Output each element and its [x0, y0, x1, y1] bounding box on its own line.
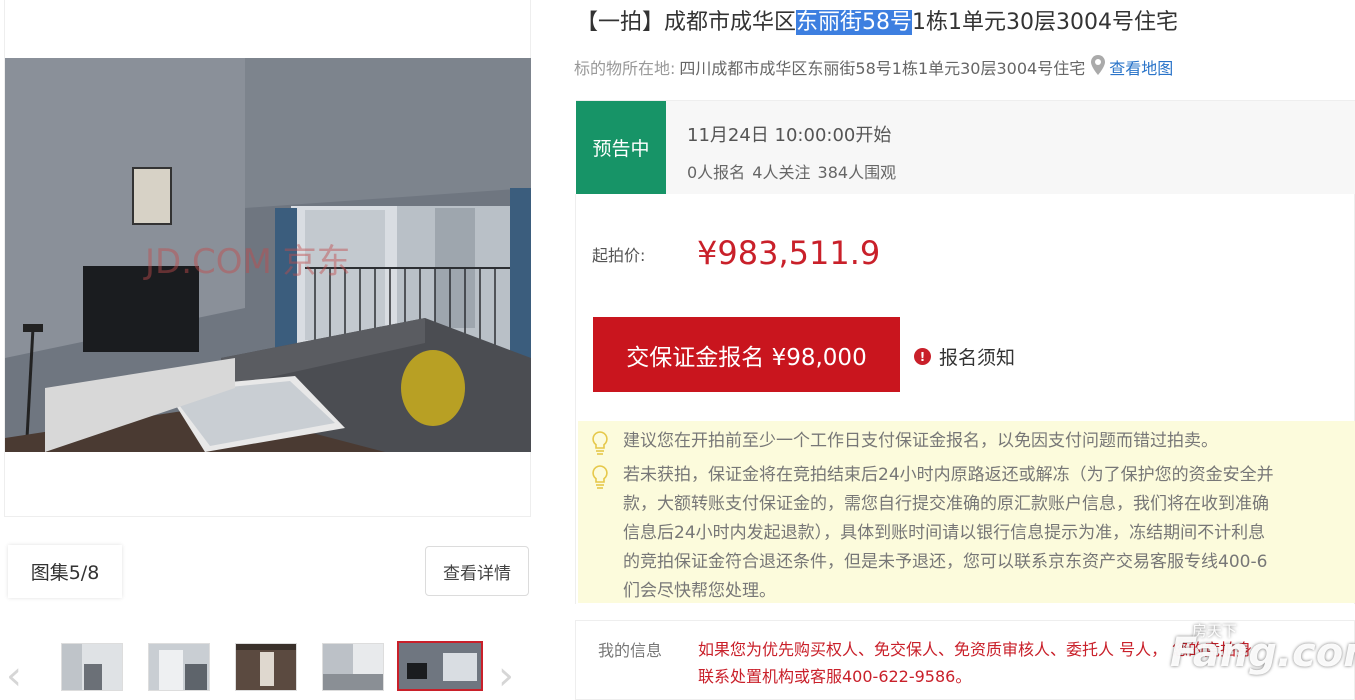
alert-icon: !: [914, 348, 931, 365]
photo-frame: JD.COM 京东: [4, 0, 531, 517]
auction-stats: 0人报名 4人关注 384人围观: [687, 163, 897, 182]
pay-deposit-register-button[interactable]: 交保证金报名 ¥98,000: [593, 317, 900, 392]
page-title: 【一拍】成都市成华区东丽街58号1栋1单元30层3004号住宅: [576, 4, 1178, 36]
lightbulb-icon: [590, 465, 610, 499]
view-details-button[interactable]: 查看详情: [425, 546, 529, 596]
status-bar: 预告中 11月24日 10:00:00开始 0人报名 4人关注 384人围观: [576, 100, 1355, 194]
tips-box: 建议您在开拍前至少一个工作日支付保证金报名，以免因支付问题而错过拍卖。 若未获拍…: [578, 421, 1355, 603]
my-info-label: 我的信息: [598, 641, 663, 660]
tip-text-line: 款，大额转账支付保证金的，需您自行提交准确的原汇款账户信息，我们将在收到准确: [623, 494, 1269, 514]
registration-notice-link[interactable]: ! 报名须知: [914, 343, 1015, 370]
tip-text-line: 的竞拍保证金符合退还条件，但是未予退还，您可以联系京东资产交易客服专线400-6: [623, 552, 1268, 572]
main-photo[interactable]: JD.COM 京东: [5, 58, 531, 452]
tip-text-line: 们会尽快帮您处理。: [623, 581, 776, 601]
gallery-prev-arrow-icon[interactable]: ‹: [6, 656, 34, 696]
title-suffix: 1栋1单元30层3004号住宅: [912, 10, 1178, 35]
title-highlight: 东丽街58号: [796, 10, 913, 35]
title-prefix: 【一拍】成都市成华区: [576, 10, 797, 35]
gallery-thumbnail-active[interactable]: [397, 641, 483, 691]
location-address: 四川成都市成华区东丽街58号1栋1单元30层3004号住宅: [679, 59, 1086, 78]
gallery-thumbnail[interactable]: [61, 643, 123, 691]
gallery-thumbnail[interactable]: [322, 643, 384, 691]
gallery-next-arrow-icon[interactable]: ›: [498, 656, 526, 696]
lightbulb-icon: [590, 431, 610, 465]
view-map-link[interactable]: 查看地图: [1109, 55, 1173, 79]
photo-watermark: JD.COM 京东: [143, 242, 351, 282]
map-pin-icon: [1091, 55, 1106, 79]
tip-text: 建议您在开拍前至少一个工作日支付保证金报名，以免因支付问题而错过拍卖。: [623, 431, 1218, 451]
registration-notice-label: 报名须知: [939, 347, 1016, 369]
gallery-counter: 图集5/8: [8, 545, 122, 598]
tip-text-line: 信息后24小时内发起退款），具体到账时间请以银行信息提示为准，冻结期间不计利息: [623, 523, 1266, 543]
start-time: 11月24日 10:00:00开始: [687, 125, 892, 146]
tip-text-line: 若未获拍，保证金将在竞拍结束后24小时内原路返还或解冻（为了保护您的资金安全并: [623, 465, 1274, 485]
starting-price-value: ¥983,511.9: [697, 234, 881, 272]
location-label: 标的物所在地:: [574, 59, 676, 78]
location-row: 标的物所在地: 四川成都市成华区东丽街58号1栋1单元30层3004号住宅 查看…: [574, 55, 1173, 79]
watermark-big-text: Fang.com: [1170, 630, 1355, 676]
gallery-thumbnail[interactable]: [235, 643, 297, 691]
gallery-thumbnail[interactable]: [148, 643, 210, 691]
site-watermark-logo: 房天下 Fang.com: [1170, 620, 1355, 680]
status-badge: 预告中: [576, 101, 666, 194]
starting-price-label: 起拍价:: [592, 246, 646, 265]
